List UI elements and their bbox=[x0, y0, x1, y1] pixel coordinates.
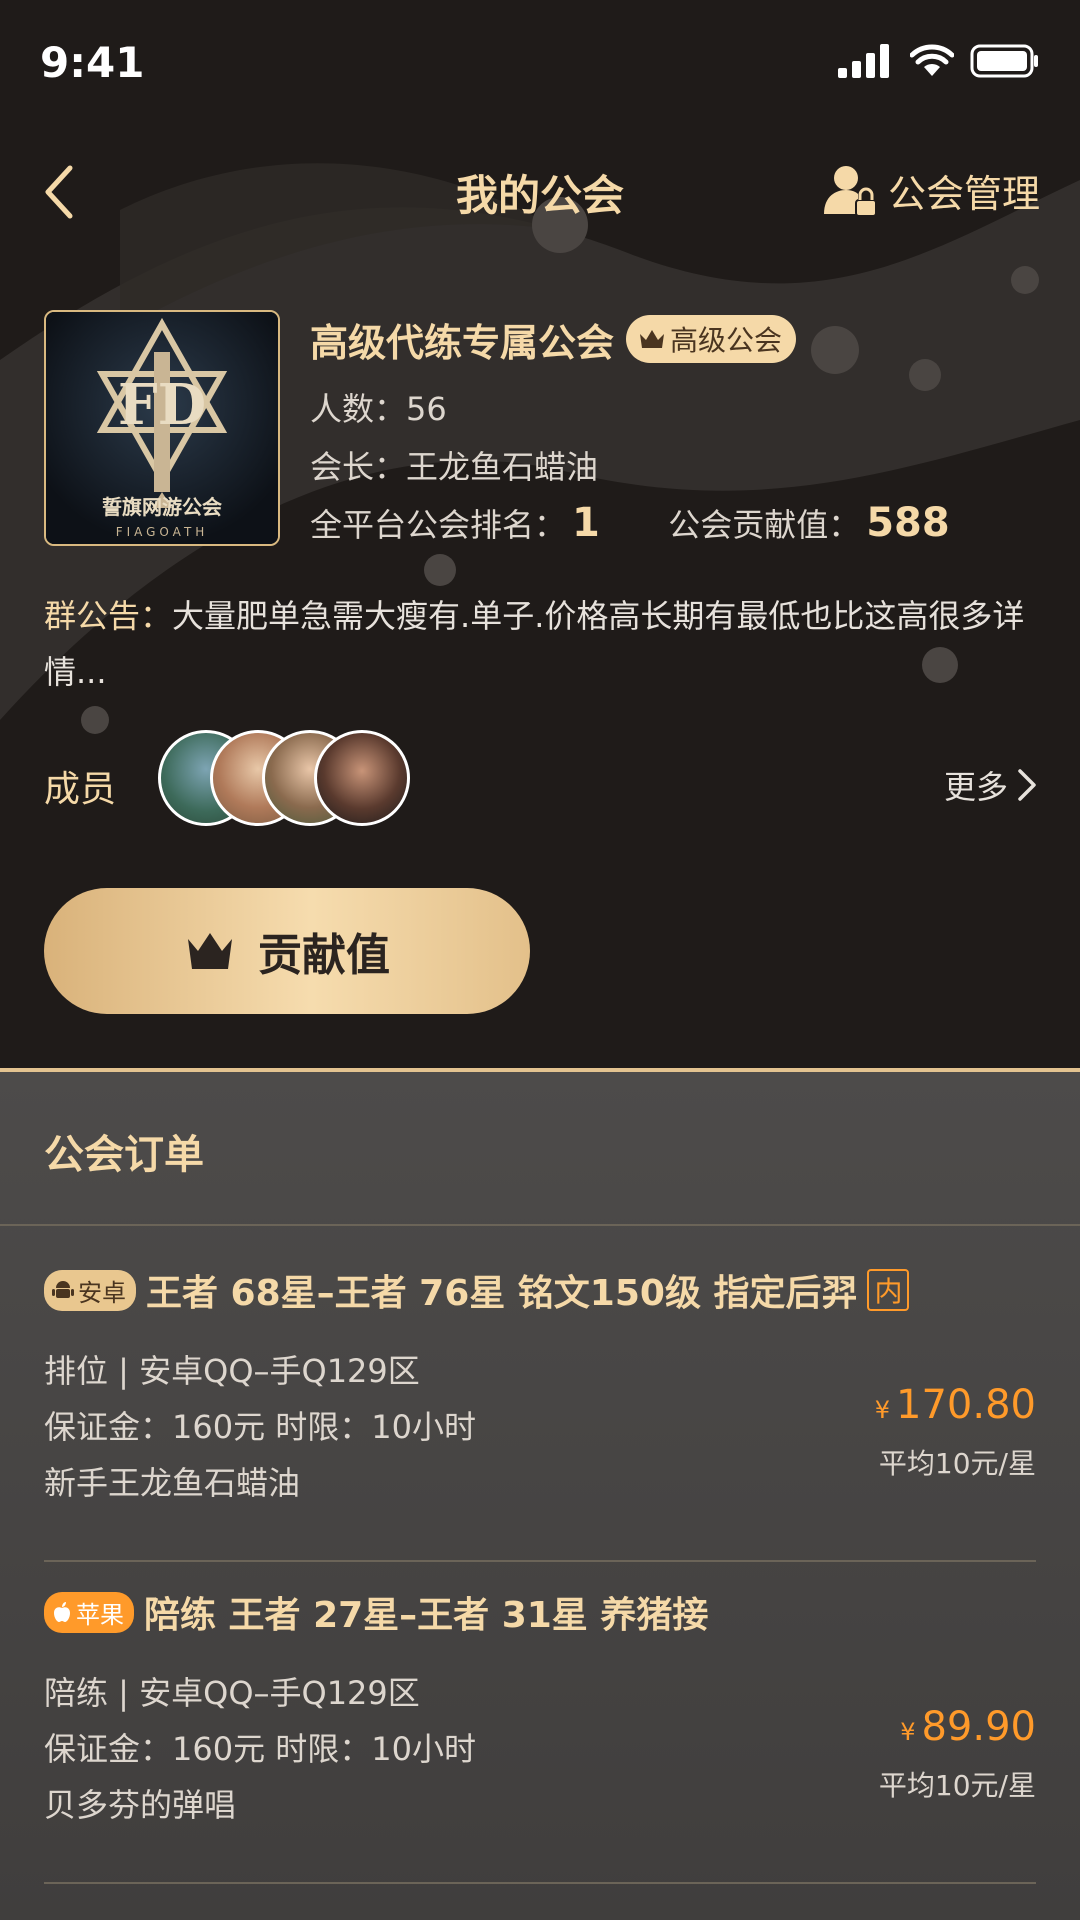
guild-manage-button[interactable]: 公会管理 bbox=[822, 162, 1040, 218]
guild-name: 高级代练专属公会 bbox=[310, 320, 615, 365]
crown-icon bbox=[640, 330, 665, 348]
crown-icon bbox=[188, 933, 232, 969]
order-deposit: 保证金：160元 时限：10小时 bbox=[44, 1730, 476, 1768]
orders-title: 公会订单 bbox=[44, 1132, 204, 1178]
chevron-right-icon bbox=[1018, 769, 1036, 801]
rank-label: 全平台公会排名： bbox=[310, 506, 567, 544]
currency-symbol: ¥ bbox=[900, 1718, 916, 1746]
guild-logo: FD 誓旗网游公会 FIAGOATH bbox=[44, 310, 280, 546]
avatar[interactable] bbox=[314, 730, 410, 826]
order-title-row: 安卓 王者 68星–王者 76星 铭文150级 指定后羿 内 bbox=[44, 1264, 910, 1316]
order-average: 平均10元/星 bbox=[878, 1769, 1036, 1802]
notice-label: 群公告： bbox=[44, 597, 173, 635]
price-value: 89.90 bbox=[921, 1704, 1036, 1750]
platform-badge-apple: 苹果 bbox=[44, 1591, 134, 1633]
status-time: 9:41 bbox=[40, 38, 145, 87]
guild-orders: 公会订单 安卓 王者 68星–王者 76星 铭文150级 指定后羿 内 排位 |… bbox=[0, 1072, 1080, 1920]
order-owner: 贝多芬的弹唱 bbox=[44, 1786, 237, 1824]
wifi-icon bbox=[910, 44, 954, 76]
guild-emblem: FD 誓旗网游公会 FIAGOATH bbox=[46, 312, 278, 544]
contribution-button[interactable]: 贡献值 bbox=[44, 888, 530, 1014]
members-count-label: 人数： bbox=[310, 390, 407, 428]
price-value: 170.80 bbox=[896, 1382, 1036, 1428]
guild-manage-label: 公会管理 bbox=[887, 171, 1040, 216]
order-owner: 新手王龙鱼石蜡油 bbox=[44, 1464, 301, 1502]
order-card[interactable]: 安卓 王者 68星–王者 76星 铭文150级 指定后羿 内 排位 | 安卓QQ… bbox=[44, 1242, 1036, 1562]
order-price: ¥170.80 bbox=[875, 1382, 1036, 1428]
divider bbox=[44, 1560, 1036, 1562]
platform-label: 安卓 bbox=[78, 1278, 126, 1307]
more-label: 更多 bbox=[943, 768, 1008, 806]
order-title: 王者 68星–王者 76星 铭文150级 指定后羿 bbox=[146, 1273, 858, 1314]
order-title: 陪练 王者 27星–王者 31星 养猪接 bbox=[144, 1595, 709, 1636]
leader-name: 王龙鱼石蜡油 bbox=[406, 448, 599, 486]
guild-header: 9:41 我的公会 公会管理 FD 誓旗网游公会 FIAGOATH 高级代练专属… bbox=[0, 0, 1080, 1068]
leader-label: 会长： bbox=[310, 448, 407, 486]
currency-symbol: ¥ bbox=[874, 1396, 891, 1424]
guild-level-badge: 高级公会 bbox=[626, 315, 797, 363]
contribution-label: 公会贡献值： bbox=[668, 506, 861, 544]
guild-level-label: 高级公会 bbox=[670, 324, 783, 357]
order-type: 排位 | 安卓QQ–手Q129区 bbox=[44, 1352, 420, 1390]
platform-label: 苹果 bbox=[76, 1600, 124, 1629]
svg-text:FD: FD bbox=[118, 372, 206, 438]
user-lock-icon bbox=[823, 166, 877, 217]
order-type: 陪练 | 安卓QQ–手Q129区 bbox=[44, 1674, 420, 1712]
members-label: 成员 bbox=[44, 769, 117, 810]
signal-icon bbox=[838, 44, 889, 78]
platform-badge-android: 安卓 bbox=[44, 1269, 136, 1311]
contribution-value: 588 bbox=[866, 500, 950, 546]
divider bbox=[0, 1224, 1080, 1226]
android-icon bbox=[52, 1281, 74, 1298]
status-bar: 9:41 bbox=[0, 0, 1080, 130]
contribution-button-label: 贡献值 bbox=[258, 930, 390, 981]
order-average: 平均10元/星 bbox=[878, 1447, 1036, 1480]
more-members-link[interactable]: 更多 bbox=[944, 762, 1038, 808]
order-card[interactable]: 苹果 陪练 王者 27星–王者 31星 养猪接 陪练 | 安卓QQ–手Q129区… bbox=[44, 1564, 1036, 1884]
guild-notice[interactable]: 群公告：大量肥单急需大瘦有.单子.价格高长期有最低也比这高很多详情... bbox=[44, 588, 1034, 700]
order-price: ¥89.90 bbox=[900, 1704, 1036, 1750]
guild-info: 高级代练专属公会 高级公会 人数：56 会长：王龙鱼石蜡油 全平台公会排名： 1 … bbox=[310, 312, 1050, 546]
notice-text: 大量肥单急需大瘦有.单子.价格高长期有最低也比这高很多详情... bbox=[44, 597, 1025, 691]
nav-bar: 我的公会 公会管理 bbox=[0, 150, 1080, 230]
internal-tag: 内 bbox=[867, 1269, 910, 1311]
members-count-value: 56 bbox=[406, 390, 447, 428]
leader-line: 会长：王龙鱼石蜡油 bbox=[310, 442, 1050, 486]
order-deposit: 保证金：160元 时限：10小时 bbox=[44, 1408, 476, 1446]
svg-text:FIAGOATH: FIAGOATH bbox=[116, 525, 209, 539]
members-row: 成员 更多 bbox=[44, 730, 1038, 840]
divider bbox=[44, 1882, 1036, 1884]
members-count-line: 人数：56 bbox=[310, 384, 1050, 428]
apple-icon bbox=[54, 1602, 70, 1622]
rank-value: 1 bbox=[572, 500, 600, 546]
status-icons bbox=[838, 44, 1040, 78]
svg-text:誓旗网游公会: 誓旗网游公会 bbox=[102, 495, 222, 519]
battery-icon bbox=[970, 44, 1038, 78]
rank-line: 全平台公会排名： 1 公会贡献值： 588 bbox=[310, 500, 1050, 546]
order-title-row: 苹果 陪练 王者 27星–王者 31星 养猪接 bbox=[44, 1586, 708, 1638]
